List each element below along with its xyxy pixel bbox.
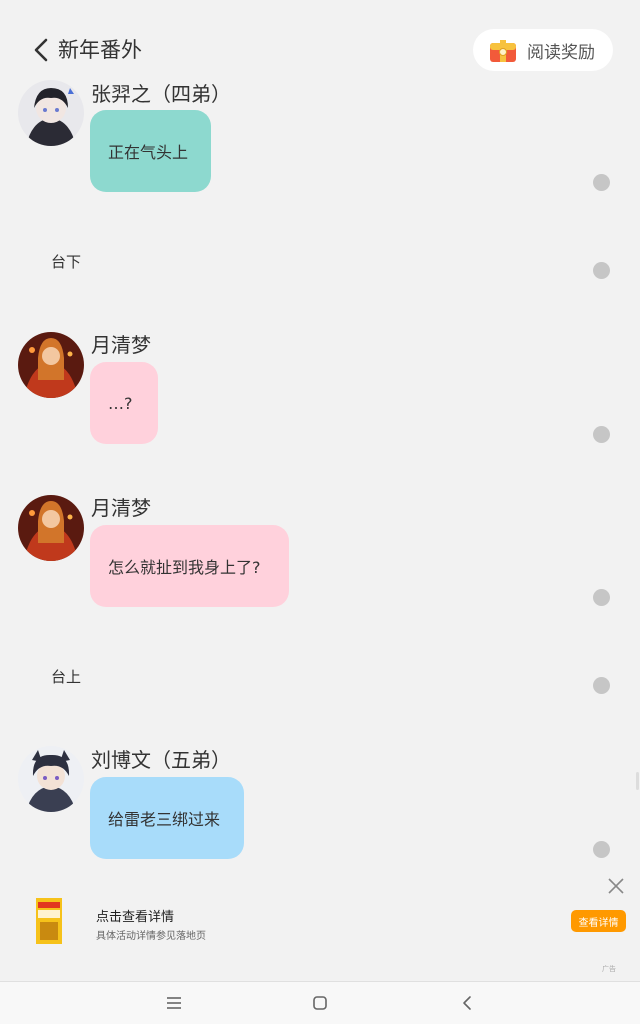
avatar[interactable] xyxy=(18,332,84,398)
reading-reward-button[interactable]: 阅读奖励 xyxy=(473,29,613,71)
speaker-name: 张羿之（四弟） xyxy=(91,82,231,106)
page-title: 新年番外 xyxy=(58,38,142,62)
back-icon[interactable] xyxy=(458,994,476,1012)
avatar[interactable] xyxy=(18,80,84,146)
close-icon[interactable] xyxy=(606,876,626,896)
speaker-name: 刘博文（五弟） xyxy=(91,748,231,772)
comment-dot-icon[interactable] xyxy=(593,841,610,858)
narration-text: 台下 xyxy=(51,253,82,271)
speaker-name: 月清梦 xyxy=(91,333,151,357)
speaker-name: 月清梦 xyxy=(91,496,151,520)
system-nav-bar xyxy=(0,981,640,1024)
comment-dot-icon[interactable] xyxy=(593,677,610,694)
ad-description: 具体活动详情参见落地页 xyxy=(96,931,206,942)
avatar[interactable] xyxy=(18,495,84,561)
chat-bubble[interactable]: 怎么就扯到我身上了? xyxy=(90,525,289,607)
ad-title[interactable]: 点击查看详情 xyxy=(96,906,174,925)
avatar[interactable] xyxy=(18,746,84,812)
ad-thumbnail xyxy=(36,898,62,944)
chat-bubble[interactable]: …? xyxy=(90,362,158,444)
comment-dot-icon[interactable] xyxy=(593,426,610,443)
comment-dot-icon[interactable] xyxy=(593,174,610,191)
chat-bubble[interactable]: 正在气头上 xyxy=(90,110,211,192)
chat-bubble[interactable]: 给雷老三绑过来 xyxy=(90,777,244,859)
ad-view-details-button[interactable]: 查看详情 xyxy=(571,910,626,932)
gift-box-icon xyxy=(490,40,516,62)
comment-dot-icon[interactable] xyxy=(593,589,610,606)
ad-tag: 广告 xyxy=(602,965,616,973)
home-icon[interactable] xyxy=(311,994,329,1012)
narration-text: 台上 xyxy=(51,668,82,686)
comment-dot-icon[interactable] xyxy=(593,262,610,279)
reading-reward-label: 阅读奖励 xyxy=(527,42,595,63)
scroll-indicator[interactable] xyxy=(636,772,639,790)
menu-icon[interactable] xyxy=(165,994,183,1012)
back-arrow-icon[interactable] xyxy=(30,36,54,64)
